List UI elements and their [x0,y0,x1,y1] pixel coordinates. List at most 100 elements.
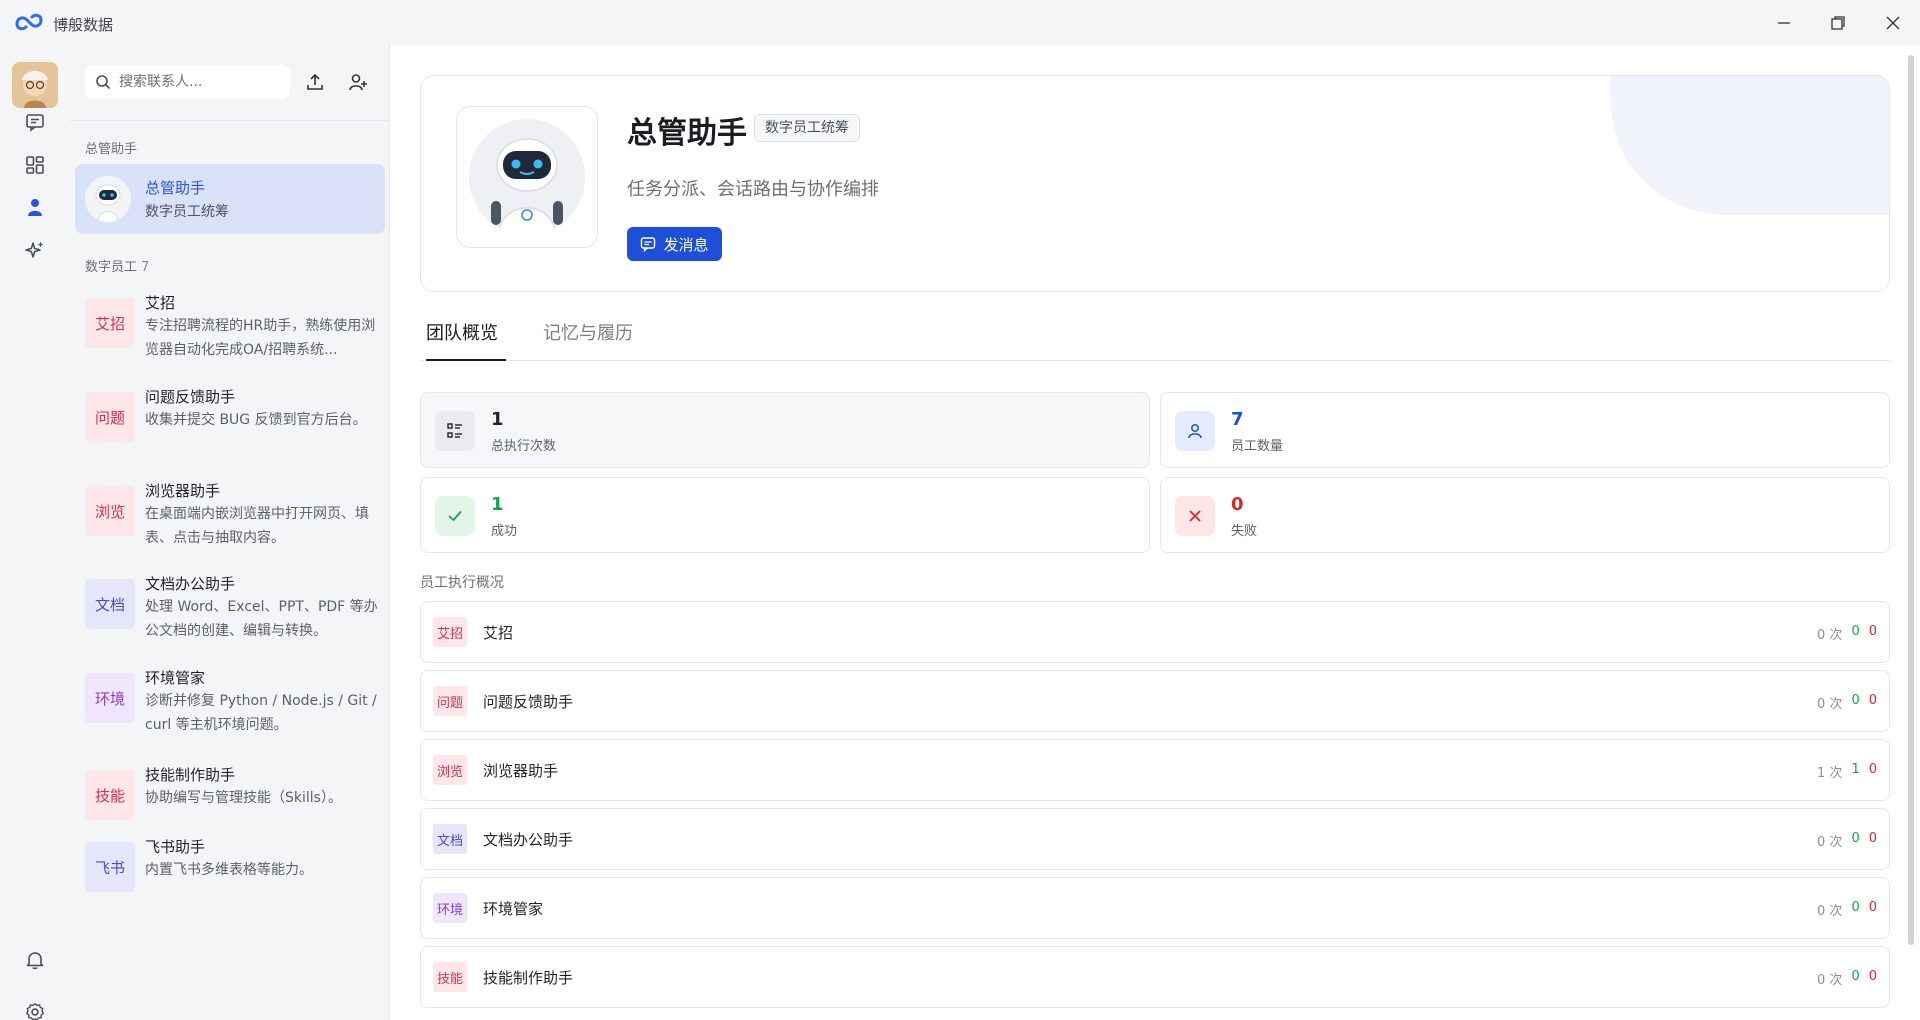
search-icon [96,75,111,90]
tab-bar: 团队概览 记忆与履历 [420,313,1890,361]
profile-card: 总管助手 数字员工统筹 任务分派、会话路由与协作编排 发消息 [420,75,1890,292]
contact-item-docs[interactable]: 文档 文档办公助手 处理 Word、Excel、PPT、PDF 等办公文档的创建… [85,573,385,639]
stat-icon-box [1175,411,1215,451]
exec-row[interactable]: 环境 环境管家 0 次 0 0 [420,877,1890,939]
contact-item-aizhao[interactable]: 艾招 艾招 专注招聘流程的HR助手，熟练使用浏览器自动化完成OA/招聘系统... [85,292,385,358]
contact-name: 文档办公助手 [145,575,236,593]
exec-success-count: 0 [1851,693,1860,708]
message-icon [641,237,656,252]
send-message-button[interactable]: 发消息 [627,227,722,261]
contact-tag: 艾招 [85,298,135,348]
left-rail [0,45,70,1020]
main-scrollbar[interactable] [1908,55,1914,945]
exec-row[interactable]: 浏览 浏览器助手 1 次 1 0 [420,739,1890,801]
exec-tag: 艾招 [433,617,467,647]
contacts-panel: 总管助手 总管助手 数字员工统筹 数字员工7 艾招 艾招 专注招聘流程的HR助手… [70,45,390,1020]
close-button[interactable] [1873,8,1913,38]
contact-tag: 飞书 [85,842,135,892]
employees-section-label: 数字员工 7 [85,256,149,275]
stat-icon-box [435,496,475,536]
contact-item-env[interactable]: 环境 环境管家 诊断并修复 Python / Node.js / Git / c… [85,667,385,733]
contact-desc: 收集并提交 BUG 反馈到官方后台。 [145,412,367,428]
title-bar: 博般数据 [0,0,1920,45]
list-icon [447,423,462,438]
exec-failure-count: 0 [1868,624,1877,639]
exec-stats: 0 次 0 0 [1817,969,1877,988]
contact-item-browser[interactable]: 浏览 浏览器助手 在桌面端内嵌浏览器中打开网页、填表、点击与抽取内容。 [85,480,385,546]
send-message-label: 发消息 [663,235,709,254]
exec-row[interactable]: 问题 问题反馈助手 0 次 0 0 [420,670,1890,732]
stat-value: 7 [1231,409,1244,430]
contact-desc: 内置飞书多维表格等能力。 [145,862,313,878]
chat-icon [26,114,44,132]
upload-icon [307,74,323,90]
app-title: 博般数据 [53,16,114,34]
divider [70,120,390,121]
exec-stats: 1 次 1 0 [1817,762,1877,781]
robot-avatar [85,176,131,222]
exec-tag: 环境 [433,893,467,923]
exec-name: 环境管家 [483,900,544,918]
employees-count: 7 [141,260,150,275]
contact-tag: 技能 [85,770,135,820]
rail-contacts-button[interactable] [20,192,50,222]
exec-failure-count: 0 [1868,693,1877,708]
exec-stats: 0 次 0 0 [1817,624,1877,643]
rail-ai-button[interactable] [20,235,50,265]
exec-count: 0 次 [1817,628,1843,643]
contact-name: 问题反馈助手 [145,388,236,406]
maximize-button[interactable] [1818,8,1858,38]
rail-chat-button[interactable] [20,107,50,137]
exec-stats: 0 次 0 0 [1817,831,1877,850]
exec-failure-count: 0 [1868,900,1877,915]
check-icon [448,511,462,521]
exec-count: 0 次 [1817,904,1843,919]
exec-failure-count: 0 [1868,969,1877,984]
manager-subtitle: 数字员工统筹 [145,204,229,220]
contact-desc: 诊断并修复 Python / Node.js / Git / curl 等主机环… [145,693,377,733]
stat-label: 总执行次数 [491,439,557,454]
stat-label: 成功 [491,524,518,539]
exec-success-count: 0 [1851,969,1860,984]
contact-item-feedback[interactable]: 问题 问题反馈助手 收集并提交 BUG 反馈到官方后台。 [85,386,385,452]
stat-value: 1 [491,409,504,430]
exec-count: 0 次 [1817,973,1843,988]
contact-tag: 文档 [85,579,135,629]
active-tab-indicator [426,359,506,361]
tab-memory-history[interactable]: 记忆与履历 [538,319,638,365]
add-contact-button[interactable] [343,67,373,97]
exec-failure-count: 0 [1868,831,1877,846]
stat-icon-box [435,411,475,451]
minimize-icon [1778,22,1790,24]
rail-notifications-button[interactable] [20,945,50,975]
contact-item-manager[interactable]: 总管助手 数字员工统筹 [75,164,385,234]
user-icon [28,199,42,216]
exec-row[interactable]: 文档 文档办公助手 0 次 0 0 [420,808,1890,870]
close-icon [1886,16,1900,30]
avatar-image [12,62,58,108]
exec-count: 1 次 [1817,766,1843,781]
app-logo-icon [15,13,43,31]
exec-row[interactable]: 技能 技能制作助手 0 次 0 0 [420,946,1890,1008]
contact-name: 艾招 [145,294,176,312]
contact-item-skills[interactable]: 技能 技能制作助手 协助编写与管理技能（Skills）。 [85,764,385,820]
rail-settings-button[interactable] [20,997,50,1020]
stat-label: 员工数量 [1231,439,1284,454]
exec-row[interactable]: 艾招 艾招 0 次 0 0 [420,601,1890,663]
upload-button[interactable] [300,67,330,97]
manager-name: 总管助手 [145,179,206,197]
search-box[interactable] [85,65,290,99]
exec-count: 0 次 [1817,697,1843,712]
exec-failure-count: 0 [1868,762,1877,777]
rail-apps-button[interactable] [20,150,50,180]
user-avatar[interactable] [12,62,58,108]
minimize-button[interactable] [1764,8,1804,38]
exec-name: 问题反馈助手 [483,693,574,711]
exec-stats: 0 次 0 0 [1817,900,1877,919]
restore-icon [1831,16,1845,30]
contact-name: 飞书助手 [145,838,206,856]
contact-item-feishu[interactable]: 飞书 飞书助手 内置飞书多维表格等能力。 [85,836,385,892]
sparkles-icon [25,241,44,258]
stat-success: 1 成功 [420,477,1150,553]
search-input[interactable] [119,74,279,90]
